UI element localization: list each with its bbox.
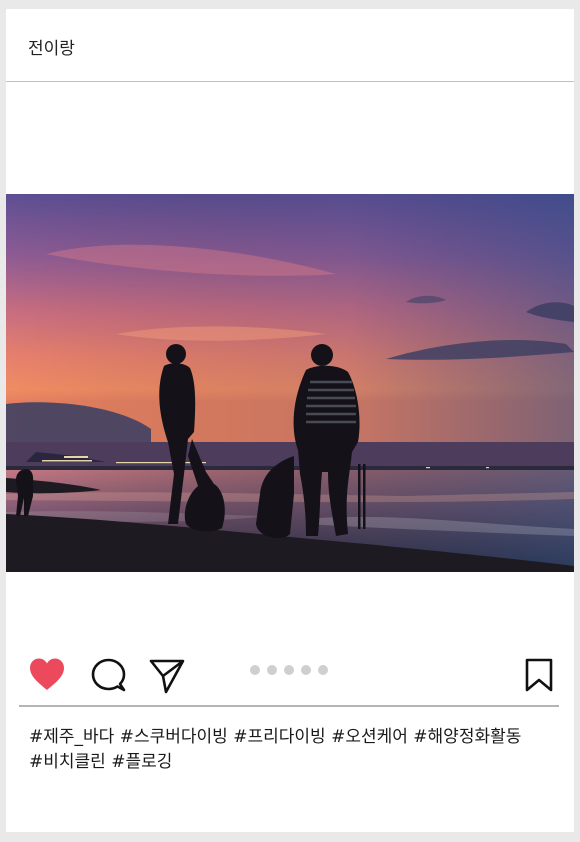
post-header: 전이랑 xyxy=(6,9,574,82)
carousel-dot[interactable] xyxy=(318,665,328,675)
hashtag[interactable]: #제주_바다 xyxy=(29,727,114,747)
hashtag[interactable]: #해양정화활동 xyxy=(413,727,521,747)
carousel-indicator xyxy=(250,665,340,677)
carousel-dot[interactable] xyxy=(284,665,294,675)
carousel-dot[interactable] xyxy=(250,665,260,675)
hashtag[interactable]: #스쿠버다이빙 xyxy=(120,727,228,747)
bookmark-icon[interactable] xyxy=(524,657,554,693)
heart-icon[interactable] xyxy=(28,657,66,691)
divider xyxy=(19,705,559,707)
paper-plane-icon[interactable] xyxy=(148,657,186,695)
action-bar xyxy=(6,649,574,709)
caption: #제주_바다 #스쿠버다이빙 #프리다이빙 #오션케어 #해양정화활동 #비치클… xyxy=(29,725,559,775)
hashtag[interactable]: #플로깅 xyxy=(111,752,172,772)
post-card: 전이랑 #제주_바다 #스쿠버다이빙 #프리다이빙 #오션케어 #해양정화활동 … xyxy=(6,9,574,832)
hashtag[interactable]: #프리다이빙 xyxy=(233,727,325,747)
username[interactable]: 전이랑 xyxy=(28,34,75,59)
hashtag[interactable]: #오션케어 xyxy=(331,727,408,747)
hashtag[interactable]: #비치클린 xyxy=(29,752,106,772)
carousel-dot[interactable] xyxy=(267,665,277,675)
post-photo[interactable] xyxy=(6,194,574,572)
comment-bubble-icon[interactable] xyxy=(90,657,128,695)
carousel-dot[interactable] xyxy=(301,665,311,675)
